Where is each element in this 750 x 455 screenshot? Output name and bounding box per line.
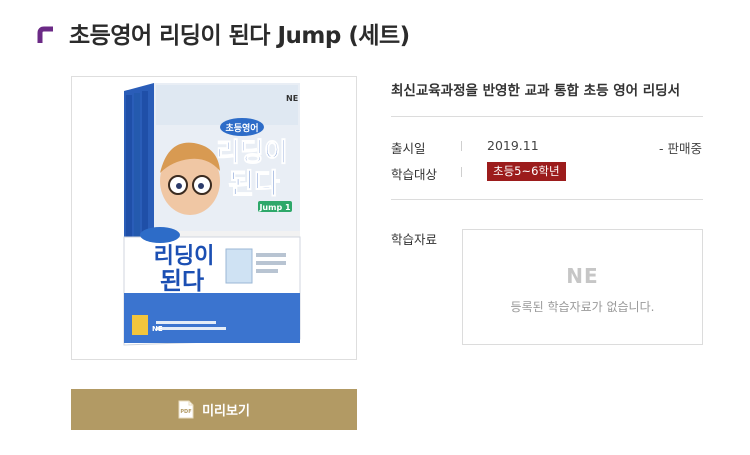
cover-level: Jump 1: [258, 203, 291, 212]
divider: [391, 116, 703, 117]
svg-text:PDF: PDF: [180, 409, 191, 415]
release-row: 출시일 2019.11 - 판매중: [391, 136, 703, 156]
target-row: 학습대상 초등5~6학년: [391, 162, 703, 182]
sale-status: - 판매중: [659, 141, 702, 156]
separator: [461, 167, 462, 177]
slipcase-brand: NE: [152, 325, 163, 333]
release-date: 2019.11: [487, 138, 539, 153]
ne-logo: NE: [566, 264, 599, 288]
product-subtitle: 최신교육과정을 반영한 교과 통합 초등 영어 리딩서: [391, 83, 681, 99]
cover-image-frame: 초등영어 리딩이 된다 Jump 1 NE 리딩이 된다 NE: [71, 76, 357, 360]
divider: [391, 199, 703, 200]
book-set-cover: 초등영어 리딩이 된다 Jump 1 NE 리딩이 된다 NE: [123, 83, 301, 346]
slipcase-title-line1: 리딩이: [154, 244, 215, 269]
separator: [461, 141, 462, 151]
preview-button-label: 미리보기: [202, 404, 250, 419]
cover-publisher-mark: NE: [286, 94, 298, 103]
page-title: 초등영어 리딩이 된다 Jump (세트): [69, 23, 410, 49]
cover-title-line2: 된다: [228, 167, 280, 200]
slipcase-title-line2: 된다: [160, 267, 204, 295]
preview-button[interactable]: PDF 미리보기: [71, 389, 357, 430]
pdf-file-icon: PDF: [178, 400, 194, 419]
target-label: 학습대상: [391, 167, 438, 182]
corner-bracket-icon: [37, 26, 53, 43]
materials-label: 학습자료: [391, 232, 438, 247]
empty-materials-message: 등록된 학습자료가 없습니다.: [510, 300, 655, 314]
grade-badge: 초등5~6학년: [487, 162, 566, 181]
cover-title-line1: 리딩이: [216, 138, 288, 168]
cover-title-small: 초등영어: [225, 122, 258, 134]
materials-box: NE 등록된 학습자료가 없습니다.: [462, 229, 703, 345]
release-label: 출시일: [391, 141, 426, 156]
